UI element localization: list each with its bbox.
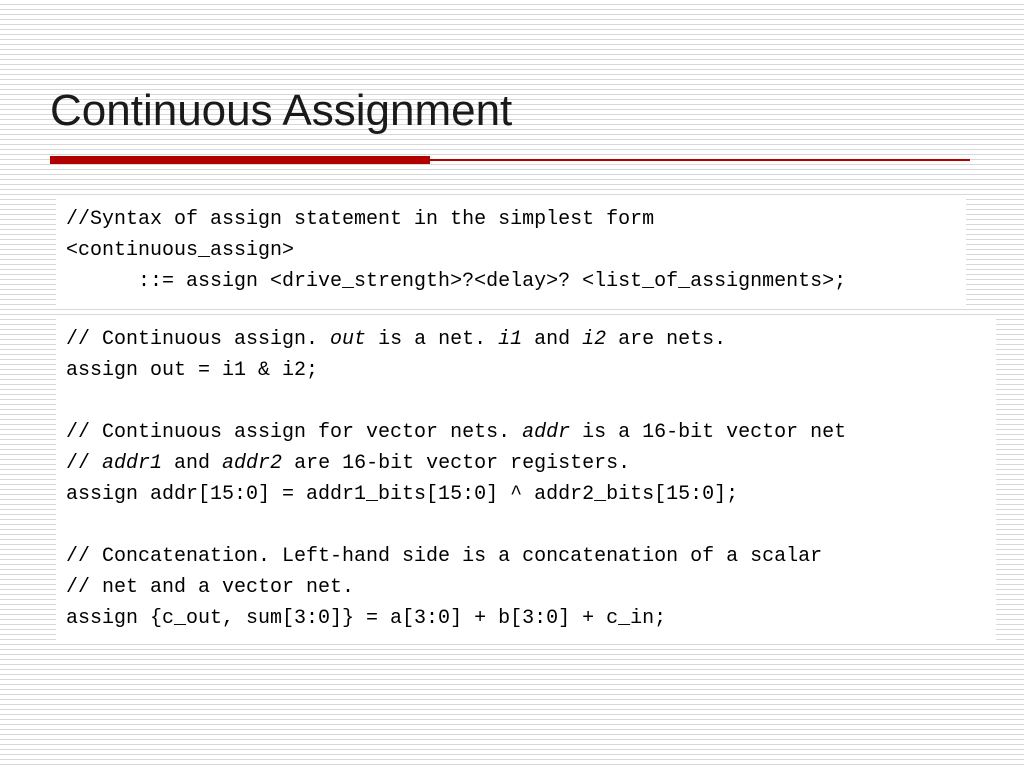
syntax-code-block: //Syntax of assign statement in the simp… <box>56 196 966 305</box>
slide-title: Continuous Assignment <box>50 86 512 136</box>
syntax-line-2: <continuous_assign> <box>66 239 294 262</box>
ex-line: assign {c_out, sum[3:0]} = a[3:0] + b[3:… <box>66 607 666 630</box>
ex-line: // Continuous assign. out is a net. i1 a… <box>66 328 726 351</box>
ex-line: assign out = i1 & i2; <box>66 359 318 382</box>
ex-line: // Concatenation. Left-hand side is a co… <box>66 545 822 568</box>
example-code-block: // Continuous assign. out is a net. i1 a… <box>56 316 996 642</box>
title-underline <box>50 156 970 164</box>
slide: Continuous Assignment //Syntax of assign… <box>0 0 1024 768</box>
ex-line: // Continuous assign for vector nets. ad… <box>66 421 846 444</box>
syntax-line-1: //Syntax of assign statement in the simp… <box>66 208 654 231</box>
ex-line: // addr1 and addr2 are 16-bit vector reg… <box>66 452 630 475</box>
syntax-line-3: ::= assign <drive_strength>?<delay>? <li… <box>66 270 846 293</box>
ex-line: // net and a vector net. <box>66 576 354 599</box>
ex-line: assign addr[15:0] = addr1_bits[15:0] ^ a… <box>66 483 738 506</box>
